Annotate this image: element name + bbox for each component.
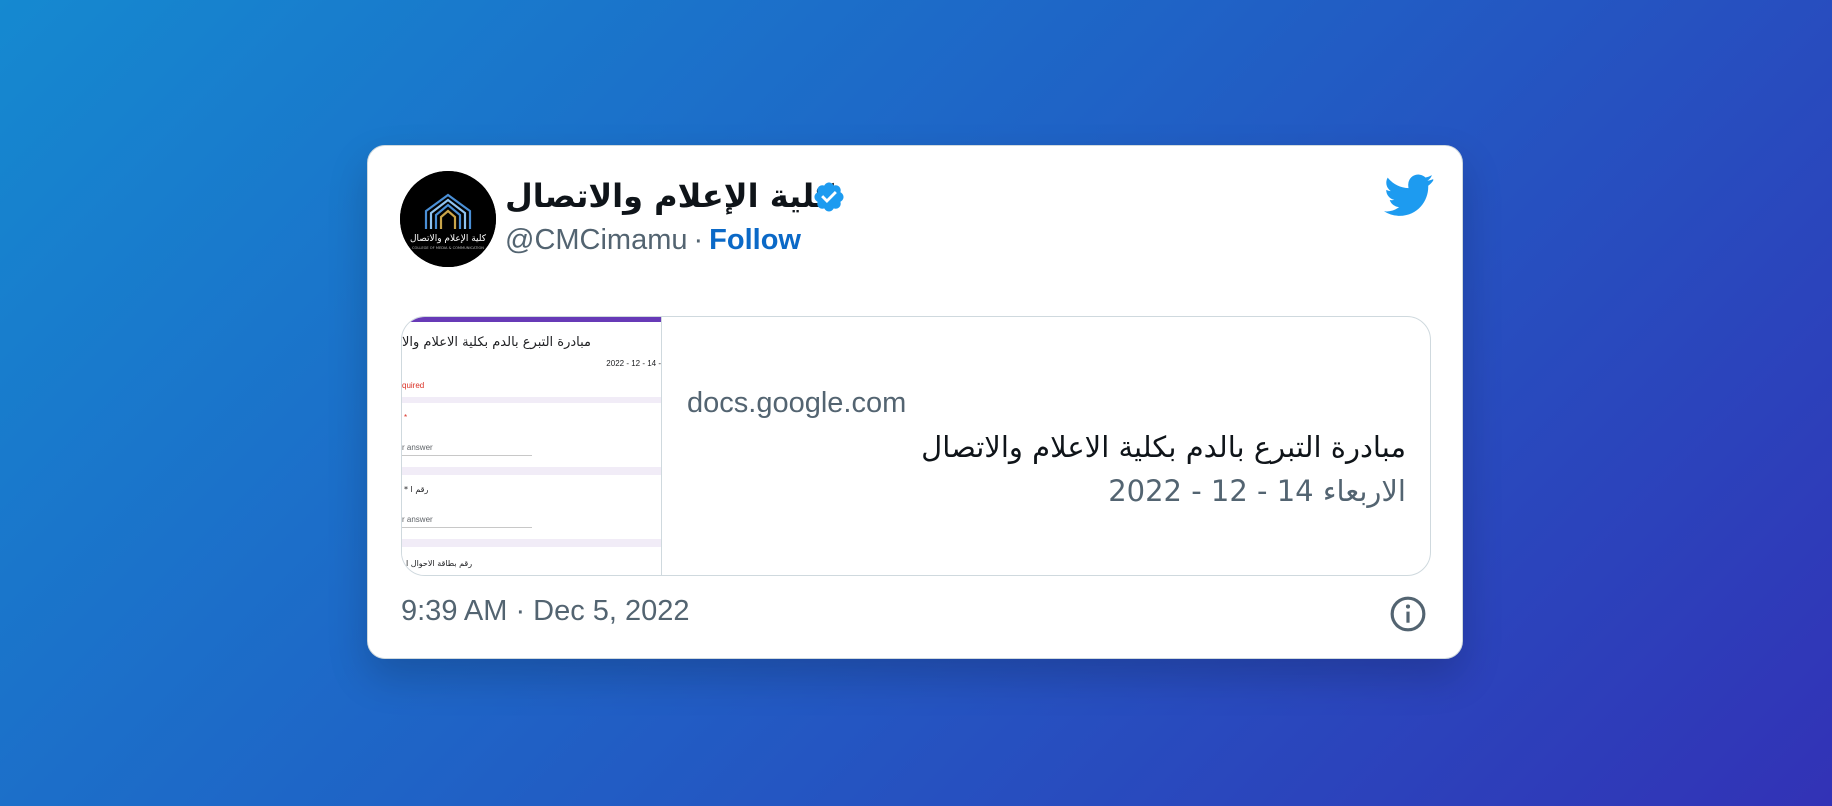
thumb-answer-placeholder: r answer [402,443,433,452]
separator-dot: · [693,224,704,256]
avatar-logo-subtext: COLLEGE OF MEDIA & COMMUNICATION [412,246,484,250]
thumb-q1-marker: * [404,413,408,422]
thumb-form-title: مبادرة التبرع بالدم بكلية الاعلام والاتص… [402,335,591,350]
avatar[interactable]: كلية الإعلام والاتصال COLLEGE OF MEDIA &… [400,171,496,267]
tweet-card: كلية الإعلام والاتصال COLLEGE OF MEDIA &… [367,145,1463,659]
thumb-answer-line [402,455,532,456]
author-meta: @CMCimamu · Follow [505,220,801,260]
thumb-answer-placeholder-2: r answer [402,515,433,524]
avatar-logo-text: كلية الإعلام والاتصال [410,234,487,244]
follow-button[interactable]: Follow [709,224,801,256]
tweet-timestamp[interactable]: 9:39 AM · Dec 5, 2022 [401,591,690,631]
link-thumbnail: مبادرة التبرع بالدم بكلية الاعلام والاتص… [402,317,662,575]
twitter-bird-icon[interactable] [1384,174,1434,216]
college-logo-icon: كلية الإعلام والاتصال COLLEGE OF MEDIA &… [400,171,496,267]
info-icon[interactable] [1389,595,1427,633]
thumb-q2-label: * رقم ا [404,485,429,494]
link-description: الاربعاء 14 - 12 - 2022 [1108,474,1406,508]
thumb-q3-label: رقم بطاقة الاحوال ا [406,559,473,568]
verified-badge-icon [814,182,844,212]
link-title: مبادرة التبرع بالدم بكلية الاعلام والاتص… [921,430,1406,464]
link-preview-card[interactable]: مبادرة التبرع بالدم بكلية الاعلام والاتص… [401,316,1431,576]
link-domain: docs.google.com [687,387,907,419]
author-display-name[interactable]: كلية الإعلام والاتصال [505,176,834,216]
form-question-1 [402,403,661,467]
thumb-answer-line-2 [402,527,532,528]
thumb-form-date: 2022 - 12 - 14 - [606,359,661,368]
author-handle[interactable]: @CMCimamu [505,224,688,256]
form-question-2 [402,475,661,539]
thumb-required-text: quired [402,381,425,390]
